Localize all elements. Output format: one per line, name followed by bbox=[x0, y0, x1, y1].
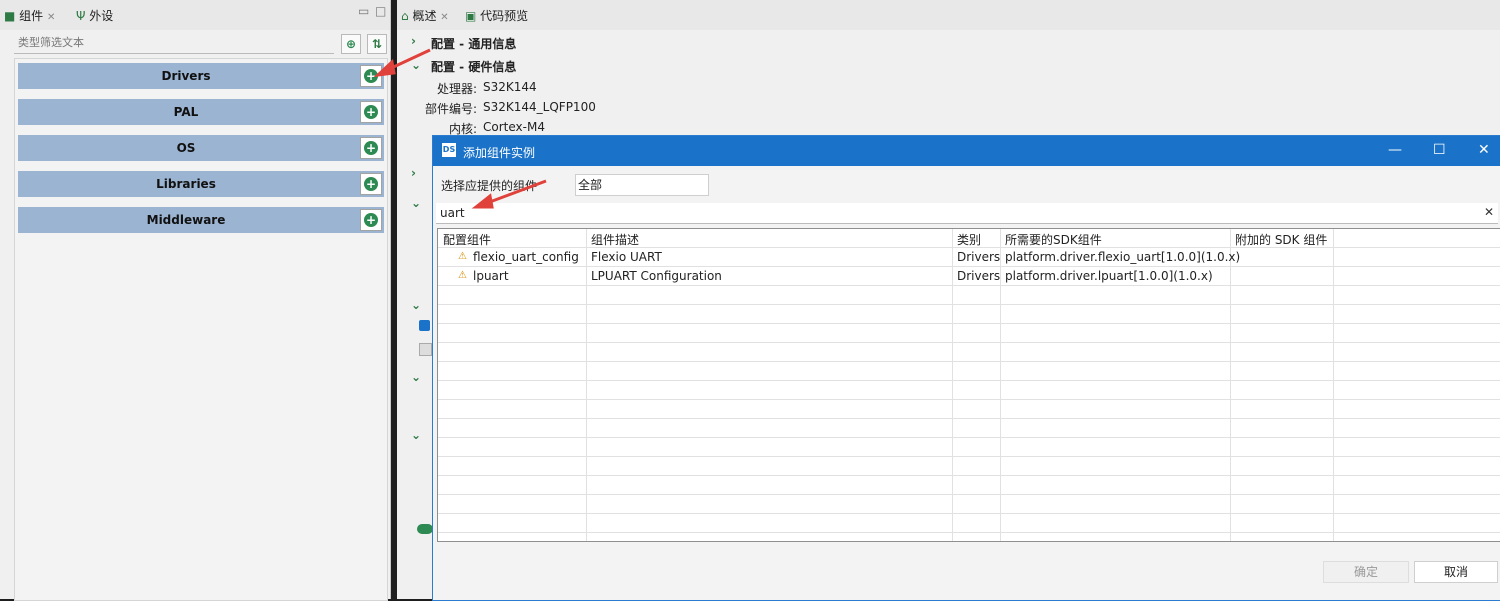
annotation-arrows bbox=[373, 48, 547, 209]
arrow-to-drivers-add bbox=[373, 48, 431, 78]
arrow-to-search-input bbox=[471, 179, 547, 209]
